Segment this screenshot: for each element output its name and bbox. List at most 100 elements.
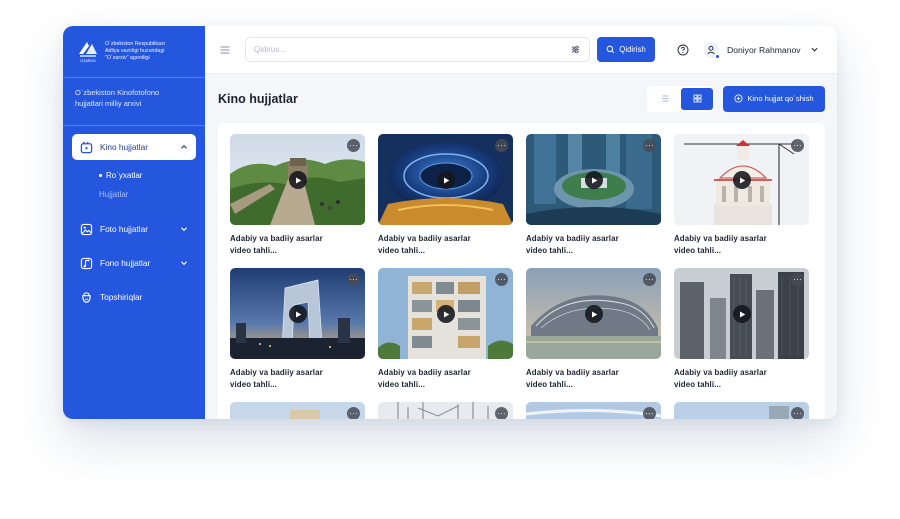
more-options-icon[interactable]: ··· (495, 139, 508, 152)
video-card[interactable]: ··· Adabiy va badiiy asarlar video tahli.… (674, 268, 809, 402)
chevron-down-icon (181, 227, 187, 232)
more-options-icon[interactable]: ··· (791, 407, 804, 419)
list-view-button[interactable] (649, 88, 681, 110)
video-card[interactable]: ··· (378, 402, 513, 419)
chevron-down-icon (811, 47, 818, 52)
video-thumbnail[interactable]: ··· (378, 402, 513, 419)
video-thumbnail[interactable]: ··· (230, 134, 365, 225)
video-thumbnail[interactable]: ··· (230, 268, 365, 359)
play-icon[interactable] (733, 171, 751, 189)
video-card[interactable]: ··· (526, 402, 661, 419)
more-options-icon[interactable]: ··· (643, 273, 656, 286)
submenu-item-royxatlar[interactable]: Ro`yxatlar (99, 166, 205, 185)
sidebar-item-label: Kino hujjatlar (100, 142, 148, 152)
more-options-icon[interactable]: ··· (347, 273, 360, 286)
org-name: O`zbekiston Respublikasi Adliya vazirlig… (105, 41, 165, 61)
more-options-icon[interactable]: ··· (643, 139, 656, 152)
video-thumbnail[interactable]: ··· (378, 134, 513, 225)
sidebar-item-label: Fono hujjatlar (100, 258, 151, 268)
play-icon[interactable] (437, 305, 455, 323)
sidebar-item-label: Topshiriqlar (100, 292, 143, 302)
app-window: O'ZARXIV O`zbekiston Respublikasi Adliya… (63, 26, 837, 419)
list-icon (662, 95, 668, 102)
video-card[interactable]: ··· Adabiy va badiiy asarlar video tahli.… (230, 268, 365, 402)
video-card[interactable]: ··· Adabiy va badiiy asarlar video tahli.… (230, 134, 365, 268)
play-icon[interactable] (585, 171, 603, 189)
sidebar-item-foto-hujjatlar[interactable]: Foto hujjatlar (72, 216, 196, 242)
logo-caption: O'ZARXIV (80, 59, 96, 63)
status-dot (715, 53, 720, 59)
add-kino-hujjat-button[interactable]: Kino hujjat qo`shish (723, 85, 825, 112)
thumbnail-image (674, 402, 809, 419)
archive-name: O`zbekiston Kinofotofono hujjatlari mill… (63, 78, 205, 126)
search-button[interactable]: Qidirish (597, 37, 655, 62)
content-header: Kino hujjatlar Kino hujjat qo`shish (218, 74, 825, 123)
submenu-kino: Ro`yxatlar Hujjatlar (63, 160, 205, 208)
video-thumbnail[interactable]: ··· (526, 402, 661, 419)
video-card-title: Adabiy va badiiy asarlar video tahli... (526, 368, 619, 389)
more-options-icon[interactable]: ··· (495, 273, 508, 286)
video-thumbnail[interactable]: ··· (674, 134, 809, 225)
video-card[interactable]: ··· Adabiy va badiiy asarlar video tahli.… (378, 268, 513, 402)
thumbnail-image (378, 402, 513, 419)
chevron-up-icon (181, 145, 187, 149)
video-card[interactable]: ··· Adabiy va badiiy asarlar video tahli.… (378, 134, 513, 268)
view-toggle (647, 85, 715, 112)
video-card-title: Adabiy va badiiy asarlar video tahli... (378, 368, 471, 389)
search-icon (606, 45, 615, 54)
user-name: Doniyor Rahmanov (727, 44, 801, 55)
tasks-icon (82, 291, 91, 303)
play-icon[interactable] (289, 171, 307, 189)
film-icon (80, 141, 93, 153)
more-options-icon[interactable]: ··· (791, 273, 804, 286)
submenu-item-hujjatlar[interactable]: Hujjatlar (99, 185, 205, 204)
sidebar-item-topshiriqlar[interactable]: Topshiriqlar (72, 284, 196, 310)
sidebar-nav: Kino hujjatlar Ro`yxatlar Hujjatlar Foto… (63, 126, 205, 310)
content: Kino hujjatlar Kino hujjat qo`shish ··· A… (205, 74, 837, 419)
video-card[interactable]: ··· (230, 402, 365, 419)
more-options-icon[interactable]: ··· (643, 407, 656, 419)
video-thumbnail[interactable]: ··· (526, 134, 661, 225)
thumbnail-image (230, 402, 365, 419)
video-card[interactable]: ··· Adabiy va badiiy asarlar video tahli.… (526, 268, 661, 402)
photo-icon (80, 223, 93, 235)
more-options-icon[interactable]: ··· (347, 407, 360, 419)
help-icon[interactable] (677, 44, 689, 56)
play-icon[interactable] (585, 305, 603, 323)
more-options-icon[interactable]: ··· (791, 139, 804, 152)
search-box (245, 37, 590, 62)
play-icon[interactable] (437, 171, 455, 189)
play-icon[interactable] (289, 305, 307, 323)
search-input[interactable] (254, 45, 570, 54)
avatar (703, 42, 720, 59)
sidebar-item-kino-hujjatlar[interactable]: Kino hujjatlar (72, 134, 196, 160)
thumbnail-image (526, 402, 661, 419)
main-area: Qidirish Doniyor Rahmanov (205, 26, 837, 419)
grid-view-button[interactable] (681, 87, 713, 110)
video-card[interactable]: ··· Adabiy va badiiy asarlar video tahli.… (526, 134, 661, 268)
logo-block[interactable]: O'ZARXIV O`zbekiston Respublikasi Adliya… (63, 26, 205, 78)
music-icon (80, 257, 93, 269)
video-card-title: Adabiy va badiiy asarlar video tahli... (230, 234, 323, 255)
video-thumbnail[interactable]: ··· (674, 268, 809, 359)
active-dot (99, 174, 102, 178)
video-grid: ··· Adabiy va badiiy asarlar video tahli.… (230, 134, 813, 419)
video-thumbnail[interactable]: ··· (526, 268, 661, 359)
video-thumbnail[interactable]: ··· (674, 402, 809, 419)
video-card[interactable]: ··· Adabiy va badiiy asarlar video tahli.… (674, 134, 809, 268)
video-card-title: Adabiy va badiiy asarlar video tahli... (674, 368, 767, 389)
sidebar-item-fono-hujjatlar[interactable]: Fono hujjatlar (72, 250, 196, 276)
more-options-icon[interactable]: ··· (495, 407, 508, 419)
user-menu[interactable]: Doniyor Rahmanov (703, 42, 819, 59)
page-title: Kino hujjatlar (218, 91, 298, 106)
video-thumbnail[interactable]: ··· (378, 268, 513, 359)
more-options-icon[interactable]: ··· (347, 139, 360, 152)
play-icon[interactable] (733, 305, 751, 323)
submenu-item-label: Ro`yxatlar (106, 171, 143, 180)
sidebar: O'ZARXIV O`zbekiston Respublikasi Adliya… (63, 26, 205, 419)
video-card[interactable]: ··· (674, 402, 809, 419)
menu-icon[interactable] (219, 44, 231, 56)
filter-icon[interactable] (570, 44, 581, 55)
grid-icon (693, 94, 701, 103)
video-thumbnail[interactable]: ··· (230, 402, 365, 419)
